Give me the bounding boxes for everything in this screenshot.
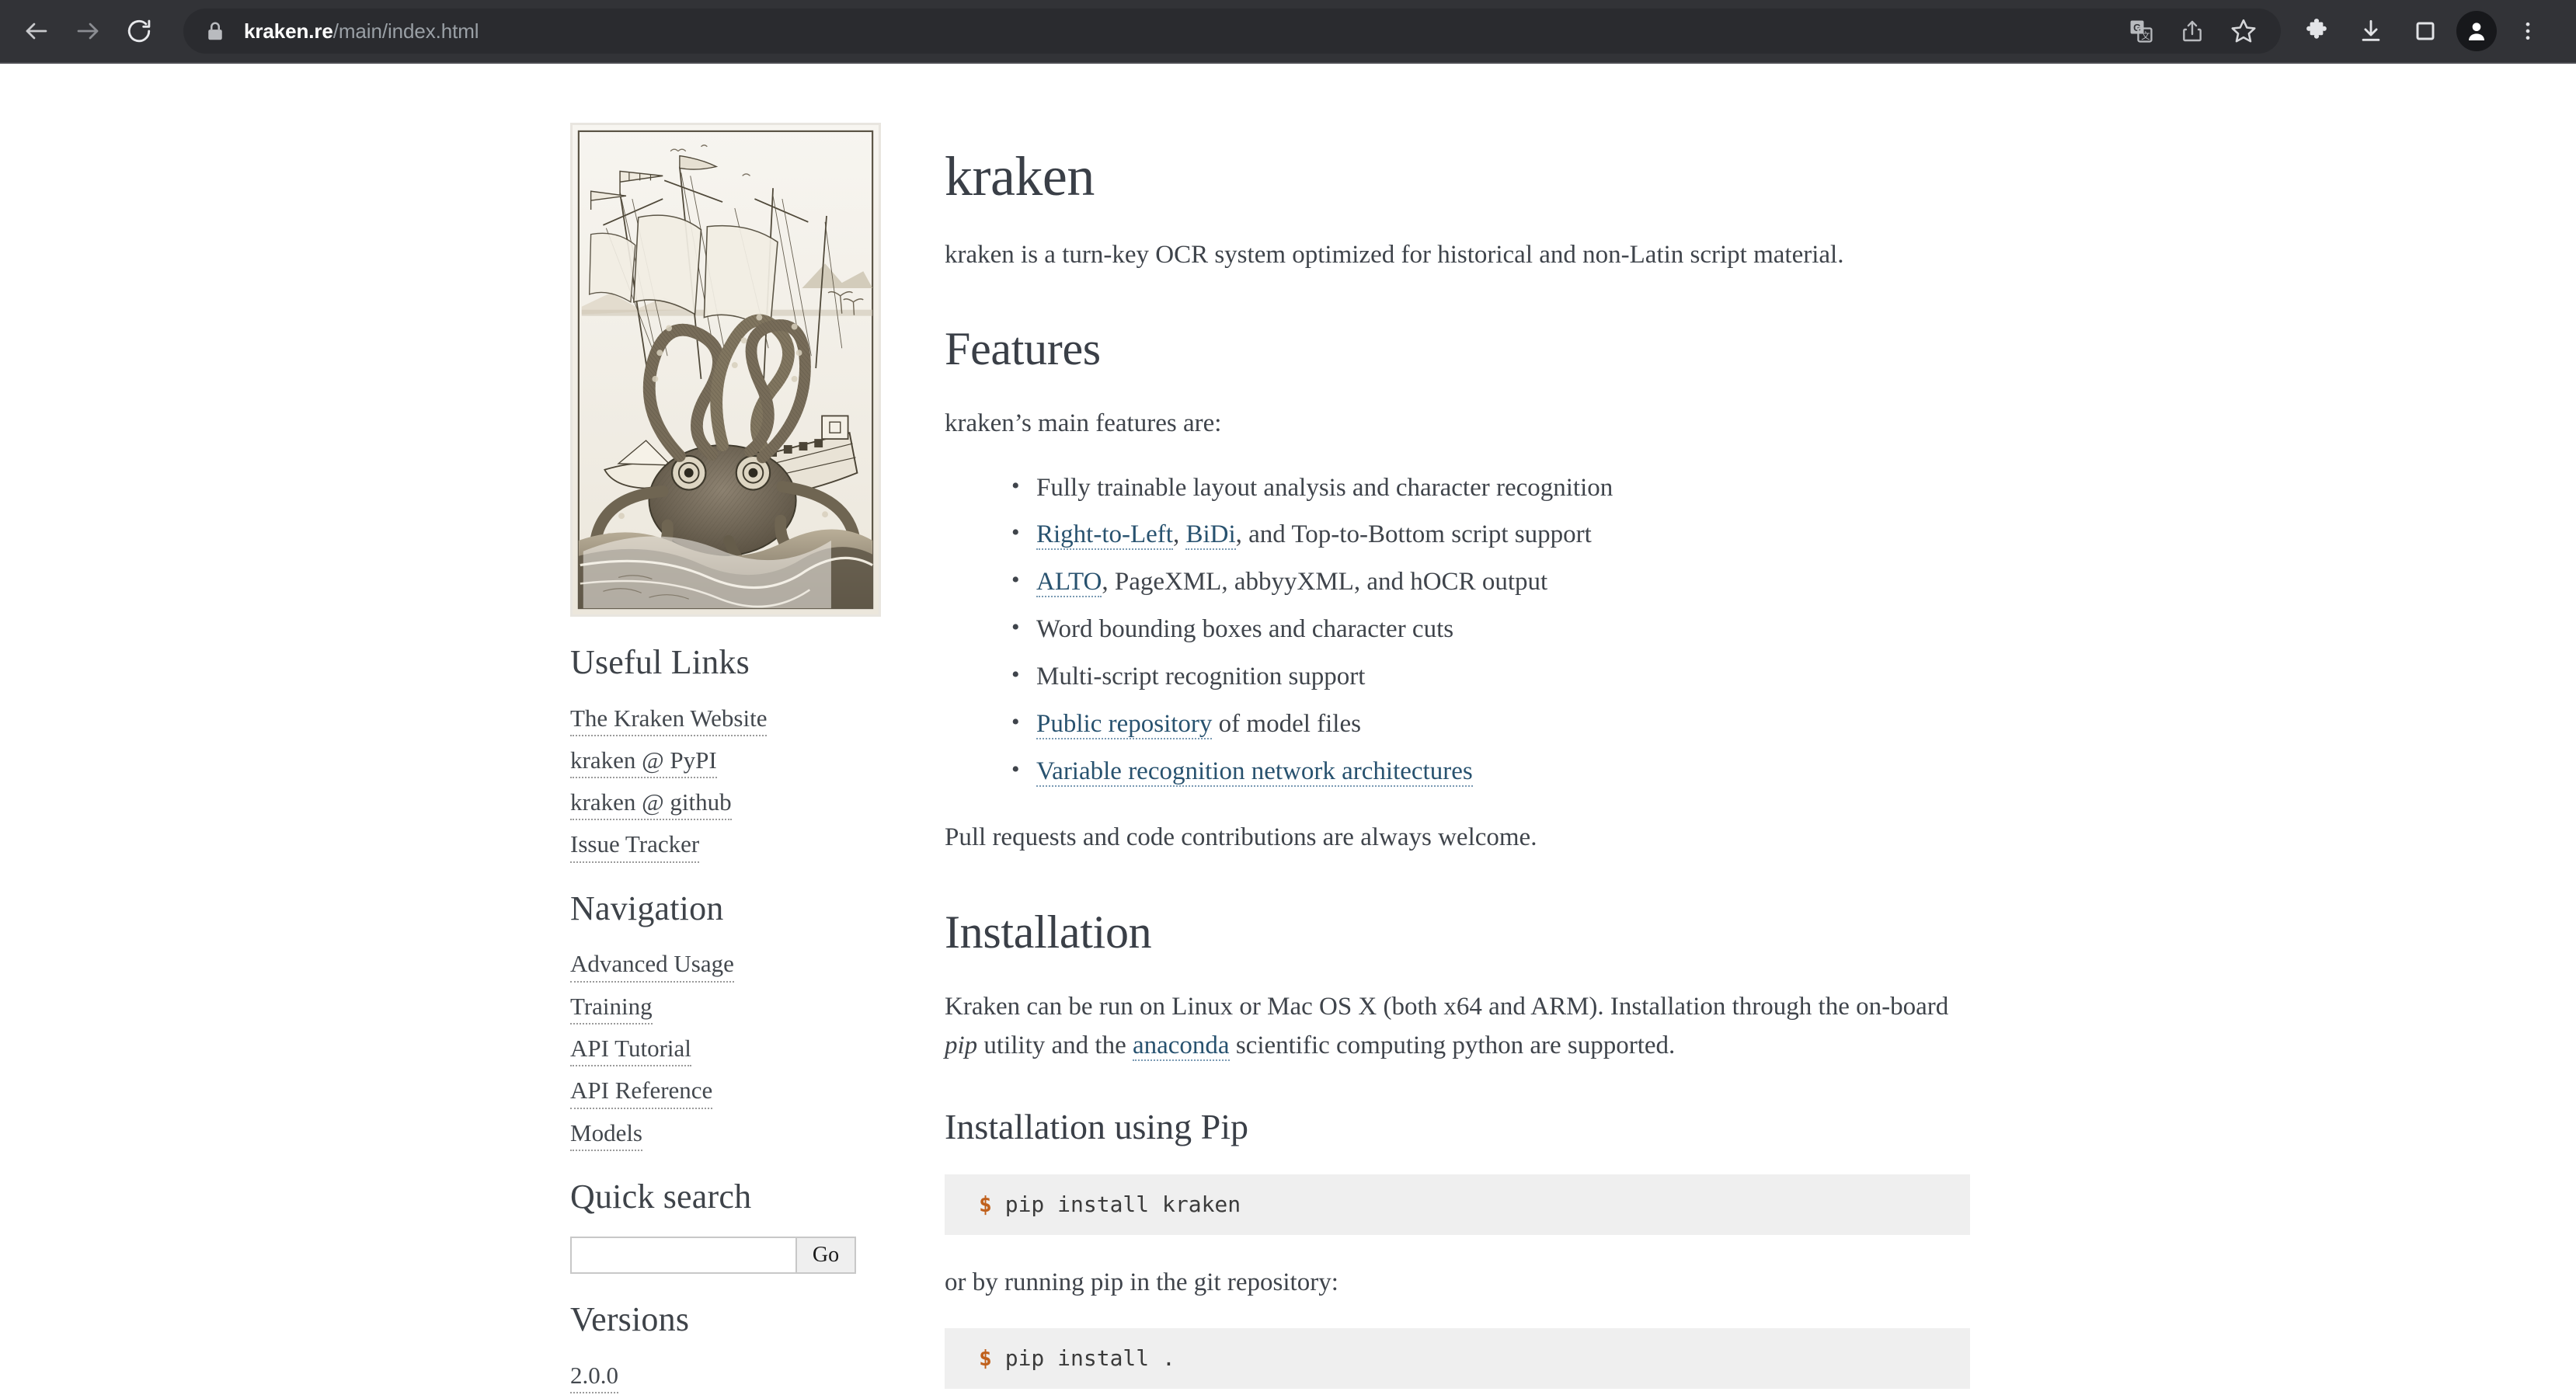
side-panel-icon: [2416, 22, 2435, 40]
code-block-pip-install-kraken: $ pip install kraken: [945, 1174, 1970, 1235]
sidebar-link-issue-tracker[interactable]: Issue Tracker: [570, 829, 700, 863]
profile-avatar-icon: [2469, 23, 2484, 40]
features-closing: Pull requests and code contributions are…: [945, 823, 1537, 852]
address-bar[interactable]: kraken.re/main/index.html G 文: [183, 9, 2281, 54]
shell-prompt-icon: $: [979, 1191, 992, 1217]
useful-links-heading: Useful Links: [570, 643, 750, 681]
toolbar-right-icons: [2293, 8, 2559, 54]
url-host: kraken.re: [244, 19, 333, 43]
quick-search-heading: Quick search: [570, 1177, 752, 1216]
git-repo-paragraph: or by running pip in the git repository:: [945, 1268, 1338, 1296]
page-content: Useful Links The Kraken Website kraken @…: [0, 65, 2576, 1395]
navigation-heading: Navigation: [570, 889, 724, 927]
install-text-c: scientific computing python are supporte…: [1229, 1031, 1676, 1059]
install-em-pip: pip: [945, 1031, 978, 1059]
reload-button[interactable]: [113, 5, 165, 57]
side-panel-button[interactable]: [2402, 8, 2449, 54]
list-item: Public repository of model files: [1011, 705, 1970, 743]
search-input[interactable]: [570, 1237, 795, 1275]
link-variable-architectures[interactable]: Variable recognition network architectur…: [1036, 757, 1473, 787]
useful-links-list: The Kraken Website kraken @ PyPI kraken …: [570, 703, 884, 863]
versions-list: 2.0.0 3.0 4.0: [570, 1360, 884, 1395]
page-viewport: Useful Links The Kraken Website kraken @…: [0, 65, 2576, 1395]
features-lead: kraken’s main features are:: [945, 409, 1222, 438]
reload-icon: [127, 19, 151, 43]
lock-icon: [208, 22, 222, 40]
back-button[interactable]: [11, 5, 62, 57]
feature-text-sep1: ,: [1172, 520, 1186, 549]
bookmark-button[interactable]: [2220, 8, 2267, 54]
pip-install-heading: Installation using Pip: [945, 1106, 1248, 1146]
intro-paragraph: kraken is a turn-key OCR system optimize…: [945, 241, 1844, 270]
features-heading: Features: [945, 323, 1101, 375]
list-item: Fully trainable layout analysis and char…: [1011, 469, 1970, 507]
install-text-b: utility and the: [977, 1031, 1133, 1059]
extensions-button[interactable]: [2293, 8, 2340, 54]
sidebar: Useful Links The Kraken Website kraken @…: [570, 123, 884, 1395]
forward-arrow-icon: [77, 23, 99, 40]
url-path: /main/index.html: [332, 19, 479, 43]
back-arrow-icon: [26, 23, 47, 40]
feature-text-formats: , PageXML, abbyyXML, and hOCR output: [1102, 568, 1548, 597]
sidebar-link-advanced-usage[interactable]: Advanced Usage: [570, 948, 734, 983]
code-block-pip-install-dot: $ pip install .: [945, 1327, 1970, 1389]
download-icon: [2362, 19, 2380, 41]
search-go-button[interactable]: Go: [795, 1237, 856, 1275]
list-item: ALTO, PageXML, abbyyXML, and hOCR output: [1011, 563, 1970, 601]
installation-paragraph: Kraken can be run on Linux or Mac OS X (…: [945, 987, 1970, 1065]
installation-heading: Installation: [945, 906, 1152, 958]
address-bar-actions: G 文: [2118, 8, 2267, 54]
install-text-a: Kraken can be run on Linux or Mac OS X (…: [945, 992, 1949, 1021]
sidebar-link-kraken-website[interactable]: The Kraken Website: [570, 703, 768, 736]
profile-button[interactable]: [2456, 11, 2497, 51]
feature-text-bounding-boxes: Word bounding boxes and character cuts: [1036, 615, 1454, 644]
link-public-repository[interactable]: Public repository: [1036, 709, 1213, 739]
three-dot-menu-icon: [2526, 22, 2530, 40]
feature-text-trainable: Fully trainable layout analysis and char…: [1036, 473, 1613, 502]
list-item: Variable recognition network architectur…: [1011, 753, 1970, 791]
translate-icon[interactable]: G 文: [2118, 8, 2164, 54]
link-right-to-left[interactable]: Right-to-Left: [1036, 520, 1173, 551]
share-button[interactable]: [2169, 8, 2216, 54]
sidebar-link-kraken-github[interactable]: kraken @ github: [570, 787, 732, 821]
bookmark-star-icon: [2231, 19, 2256, 43]
code-text-install-kraken: pip install kraken: [991, 1191, 1241, 1217]
sidebar-link-training[interactable]: Training: [570, 991, 653, 1025]
share-icon: [2183, 20, 2202, 42]
svg-text:文: 文: [2141, 30, 2150, 41]
browser-toolbar: kraken.re/main/index.html G 文: [0, 0, 2576, 64]
navigation-buttons: [0, 5, 165, 57]
feature-text-ttb: , and Top-to-Bottom script support: [1235, 520, 1592, 549]
forward-button[interactable]: [62, 5, 113, 57]
list-item: Multi-script recognition support: [1011, 658, 1970, 696]
sidebar-link-api-reference[interactable]: API Reference: [570, 1075, 713, 1109]
shell-prompt-icon: $: [979, 1345, 992, 1371]
quick-search-form: Go: [570, 1237, 856, 1275]
list-item: Right-to-Left, BiDi, and Top-to-Bottom s…: [1011, 516, 1970, 554]
translate-glyph-icon: G 文: [2130, 20, 2153, 43]
link-anaconda[interactable]: anaconda: [1132, 1031, 1230, 1061]
page-title: kraken: [945, 145, 1095, 207]
list-item: Word bounding boxes and character cuts: [1011, 611, 1970, 649]
code-text-install-dot: pip install .: [991, 1345, 1175, 1371]
downloads-button[interactable]: [2348, 8, 2394, 54]
version-link-2-0-0[interactable]: 2.0.0: [570, 1360, 618, 1394]
url-text: kraken.re/main/index.html: [244, 19, 2118, 43]
sidebar-link-kraken-pypi[interactable]: kraken @ PyPI: [570, 745, 717, 779]
sidebar-link-models[interactable]: Models: [570, 1118, 642, 1151]
versions-heading: Versions: [570, 1300, 690, 1339]
navigation-list: Advanced Usage Training API Tutorial API…: [570, 948, 884, 1151]
kraken-illustration: [570, 123, 881, 617]
main-content: kraken kraken is a turn-key OCR system o…: [945, 104, 1970, 1395]
extensions-puzzle-icon: [2306, 18, 2327, 39]
kraken-engraving-icon: [573, 125, 879, 614]
feature-text-model-files: of model files: [1212, 709, 1361, 738]
sidebar-link-api-tutorial[interactable]: API Tutorial: [570, 1033, 691, 1067]
browser-menu-button[interactable]: [2505, 8, 2551, 54]
feature-text-multiscript: Multi-script recognition support: [1036, 662, 1366, 691]
link-bidi[interactable]: BiDi: [1185, 520, 1236, 551]
features-list: Fully trainable layout analysis and char…: [945, 469, 1970, 791]
link-alto[interactable]: ALTO: [1036, 568, 1102, 598]
